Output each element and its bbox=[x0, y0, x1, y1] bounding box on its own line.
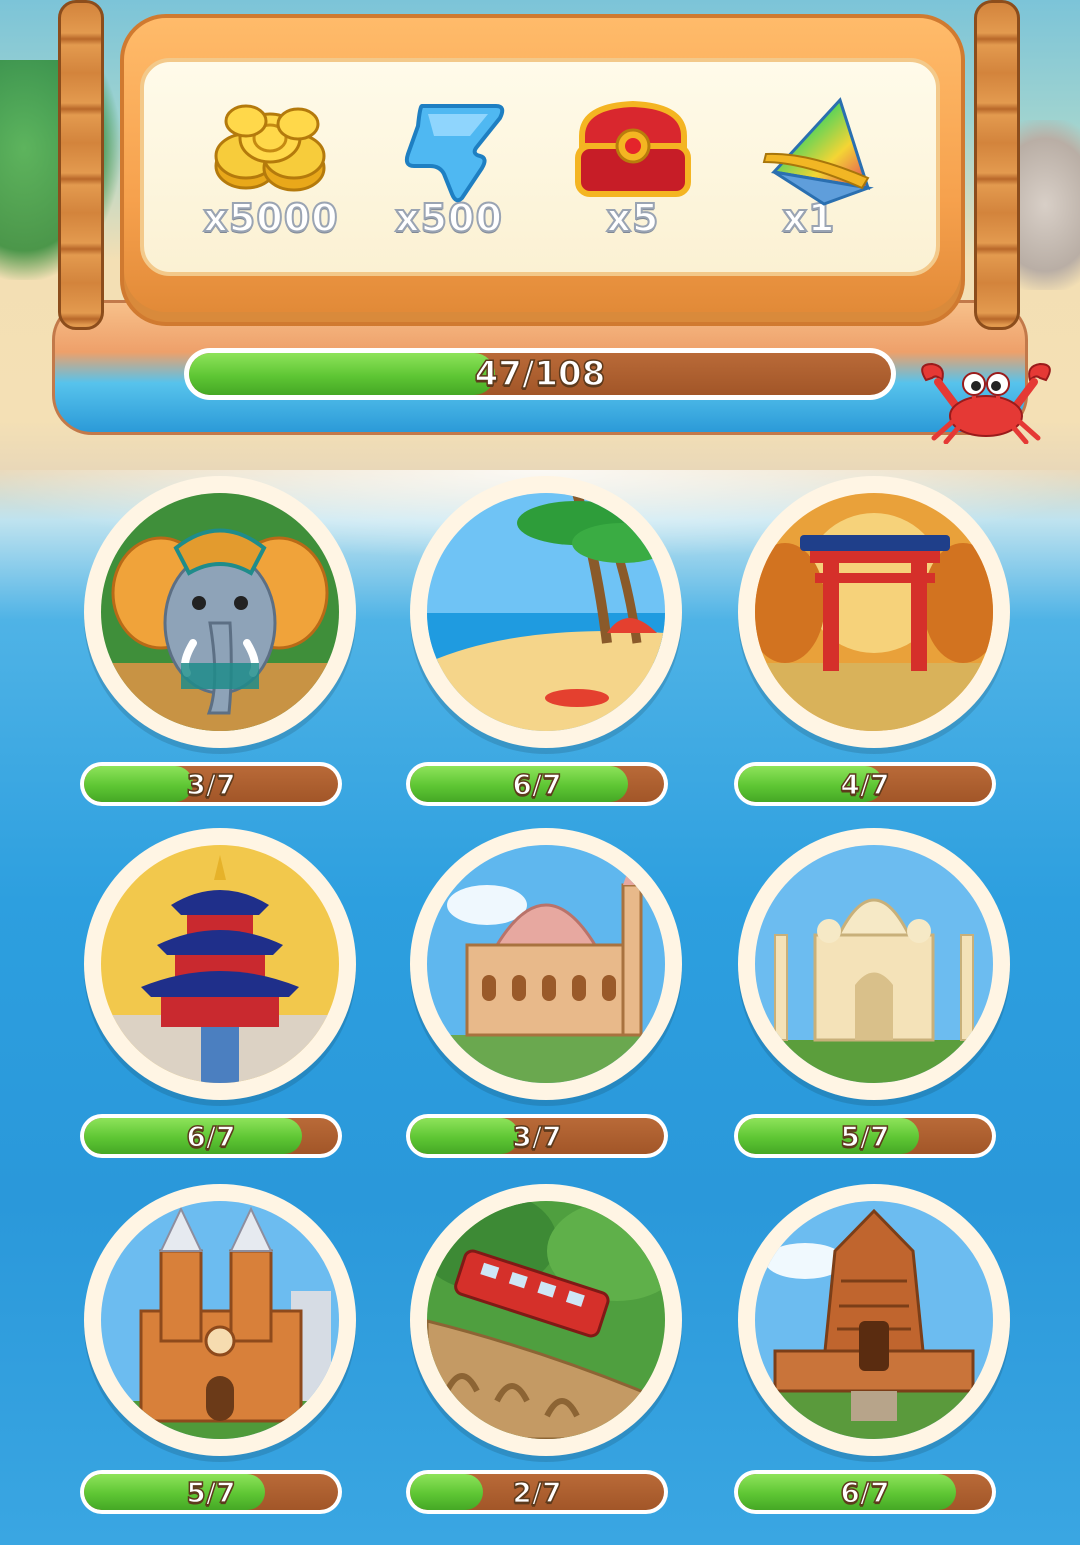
cathedral-icon bbox=[101, 1201, 339, 1439]
destination-progress-label: 3/7 bbox=[186, 767, 237, 802]
destination-image[interactable] bbox=[84, 476, 356, 748]
reward-coins: x5000 bbox=[196, 96, 346, 256]
destination-image[interactable] bbox=[410, 476, 682, 748]
crab-mascot[interactable] bbox=[916, 360, 1056, 445]
train-icon bbox=[427, 1201, 665, 1439]
destination-image[interactable] bbox=[84, 1184, 356, 1456]
taj-mahal-icon bbox=[755, 845, 993, 1083]
destination-progress-bar: 5/7 bbox=[80, 1470, 342, 1514]
destination-image[interactable] bbox=[738, 828, 1010, 1100]
destination-progress-label: 5/7 bbox=[186, 1475, 237, 1510]
red-chest-icon bbox=[568, 96, 698, 206]
blue-bolt-icon bbox=[384, 96, 514, 206]
total-progress-label: 47/108 bbox=[474, 353, 606, 395]
destination-progress-label: 6/7 bbox=[840, 1475, 891, 1510]
destination-image[interactable] bbox=[410, 828, 682, 1100]
reward-energy: x500 bbox=[374, 96, 524, 256]
destination-mosque[interactable]: 3/7 bbox=[406, 828, 686, 1168]
destination-progress-bar: 6/7 bbox=[406, 762, 668, 806]
destination-progress-label: 3/7 bbox=[512, 1119, 563, 1154]
destination-image[interactable] bbox=[410, 1184, 682, 1456]
destination-progress-label: 2/7 bbox=[512, 1475, 563, 1510]
destination-hindu-temple[interactable]: 6/7 bbox=[734, 1184, 1014, 1524]
destination-cathedral[interactable]: 5/7 bbox=[80, 1184, 360, 1524]
bamboo-post-left bbox=[58, 0, 104, 330]
destination-temple-of-heaven[interactable]: 6/7 bbox=[80, 828, 360, 1168]
destination-train[interactable]: 2/7 bbox=[406, 1184, 686, 1524]
reward-chest: x5 bbox=[558, 96, 708, 256]
destination-progress-label: 5/7 bbox=[840, 1119, 891, 1154]
bamboo-post-right bbox=[974, 0, 1020, 330]
rainbow-gem-icon bbox=[744, 96, 874, 206]
beach-icon bbox=[427, 493, 665, 731]
reward-gem: x1 bbox=[734, 96, 884, 256]
destination-progress-bar: 3/7 bbox=[406, 1114, 668, 1158]
destination-beach[interactable]: 6/7 bbox=[406, 476, 686, 816]
destination-progress-bar: 5/7 bbox=[734, 1114, 996, 1158]
destination-progress-bar: 6/7 bbox=[80, 1114, 342, 1158]
gold-coins-icon bbox=[206, 96, 336, 206]
total-progress-bar: 47/108 bbox=[184, 348, 896, 400]
destination-progress-label: 4/7 bbox=[840, 767, 891, 802]
destination-torii[interactable]: 4/7 bbox=[734, 476, 1014, 816]
torii-gate-icon bbox=[755, 493, 993, 731]
destination-progress-bar: 6/7 bbox=[734, 1470, 996, 1514]
destination-image[interactable] bbox=[84, 828, 356, 1100]
elephant-icon bbox=[101, 493, 339, 731]
destination-progress-bar: 2/7 bbox=[406, 1470, 668, 1514]
destination-progress-label: 6/7 bbox=[186, 1119, 237, 1154]
game-scene: x5000 x500 x5 x1 47/108 3/7 6/7 4/7 6/7 … bbox=[0, 0, 1080, 1545]
destination-image[interactable] bbox=[738, 1184, 1010, 1456]
pagoda-icon bbox=[101, 845, 339, 1083]
destination-progress-bar: 4/7 bbox=[734, 762, 996, 806]
mosque-icon bbox=[427, 845, 665, 1083]
destination-taj-mahal[interactable]: 5/7 bbox=[734, 828, 1014, 1168]
stone-temple-icon bbox=[755, 1201, 993, 1439]
destination-elephant[interactable]: 3/7 bbox=[80, 476, 360, 816]
destination-progress-label: 6/7 bbox=[512, 767, 563, 802]
destination-progress-bar: 3/7 bbox=[80, 762, 342, 806]
destination-image[interactable] bbox=[738, 476, 1010, 748]
